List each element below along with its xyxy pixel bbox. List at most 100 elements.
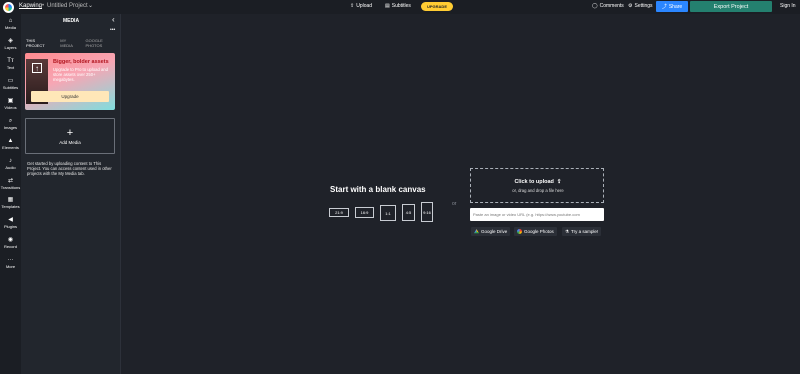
sidebar-item-elements[interactable]: ▲ Elements	[0, 138, 21, 150]
panel-title: MEDIA	[62, 18, 80, 24]
video-icon: ▣	[7, 98, 14, 104]
sidebar-item-media[interactable]: ⌂ Media	[0, 18, 21, 30]
settings-label: Settings	[634, 3, 653, 9]
sidebar-item-label: Templates	[1, 204, 20, 209]
upgrade-promo-card: ↑ Bigger, bolder assets Upgrade to Pro t…	[25, 53, 115, 110]
gear-icon: ⚙	[628, 3, 633, 9]
sidebar-item-videos[interactable]: ▣ Videos	[0, 98, 21, 110]
settings-button[interactable]: ⚙ Settings	[628, 3, 653, 9]
comments-label: Comments	[599, 3, 624, 9]
google-drive-icon	[474, 229, 479, 234]
sidebar-item-images[interactable]: ⌕ Images	[0, 118, 21, 130]
chevron-down-icon[interactable]: ⌄	[88, 2, 93, 9]
google-drive-button[interactable]: Google Drive	[471, 227, 511, 236]
sidebar-item-label: More	[5, 264, 16, 269]
elements-icon: ▲	[7, 138, 14, 144]
transitions-icon: ⇄	[7, 178, 14, 184]
sidebar-item-label: Subtitles	[2, 85, 19, 90]
brand-link[interactable]: Kapwing	[19, 3, 42, 9]
add-media-label: Add Media	[59, 139, 81, 145]
sidebar-item-more[interactable]: ··· More	[0, 257, 21, 269]
media-panel: MEDIA ‹ ••• THIS PROJECT MY MEDIA GOOGLE…	[21, 14, 121, 374]
add-media-button[interactable]: + Add Media	[25, 118, 115, 154]
sidebar-item-label: Text	[6, 65, 15, 70]
sidebar-item-label: Plugins	[3, 224, 18, 229]
tab-my-media[interactable]: MY MEDIA	[60, 38, 79, 48]
search-icon: ⌕	[8, 118, 13, 124]
promo-text: Upgrade to Pro to upload and store asset…	[53, 67, 108, 82]
layers-icon: ◈	[8, 38, 13, 44]
sidebar-item-label: Layers	[4, 45, 17, 50]
google-photos-button[interactable]: Google Photos	[514, 227, 557, 236]
more-options-icon[interactable]: •••	[110, 27, 115, 33]
sidebar-item-subtitles[interactable]: ▭ Subtitles	[0, 78, 21, 90]
export-project-button[interactable]: Export Project	[690, 1, 772, 12]
sign-in-link[interactable]: Sign In	[780, 3, 796, 9]
project-title[interactable]: Untitled Project	[47, 3, 88, 9]
sidebar-item-label: Audio	[5, 165, 16, 170]
record-icon: ◉	[7, 237, 14, 243]
sidebar-item-label: Record	[4, 244, 17, 249]
google-drive-label: Google Drive	[481, 229, 508, 234]
promo-upgrade-button[interactable]: Upgrade	[31, 91, 109, 102]
share-icon: ⤴	[661, 4, 667, 10]
tab-google-photos[interactable]: GOOGLE PHOTOS	[86, 38, 120, 48]
blank-canvas-title: Start with a blank canvas	[330, 185, 426, 194]
upload-label: Upload	[356, 3, 373, 9]
ratio-4-5-button[interactable]: 4:5	[402, 204, 415, 221]
upload-arrow-icon: ↑	[32, 63, 42, 73]
templates-icon: ▦	[7, 197, 14, 203]
plugins-icon: ◀	[8, 217, 13, 223]
tab-this-project[interactable]: THIS PROJECT	[26, 38, 54, 48]
sidebar-item-templates[interactable]: ▦ Templates	[0, 197, 21, 209]
sidebar-item-label: Transitions	[0, 185, 21, 190]
ratio-16-9-button[interactable]: 16:9	[355, 207, 374, 218]
upload-button[interactable]: ⇪ Upload	[350, 3, 372, 9]
google-photos-icon	[517, 229, 522, 234]
ratio-1-1-button[interactable]: 1:1	[380, 205, 396, 221]
upload-icon: ⇪	[555, 179, 562, 185]
sidebar-item-label: Media	[5, 25, 16, 30]
subtitles-label: Subtitles	[391, 3, 411, 9]
more-icon: ···	[7, 257, 14, 263]
home-icon: ⌂	[8, 18, 13, 24]
title-separator: •	[42, 3, 45, 9]
sidebar-item-transitions[interactable]: ⇄ Transitions	[0, 178, 21, 190]
google-photos-label: Google Photos	[524, 229, 554, 234]
music-icon: ♪	[9, 158, 12, 164]
sidebar-item-audio[interactable]: ♪ Audio	[0, 158, 21, 170]
top-bar: Kapwing • Untitled Project ⌄ ⇪ Upload ▤ …	[0, 0, 800, 14]
try-sample-label: Try a sample!	[571, 229, 599, 234]
comment-icon: ◯	[592, 3, 598, 9]
drag-drop-hint: or, drag and drop a file here	[512, 188, 564, 193]
sidebar-item-label: Elements	[2, 145, 19, 150]
sidebar-item-text[interactable]: Tт Text	[0, 58, 21, 70]
media-help-text: Get started by uploading content to This…	[27, 161, 112, 176]
subtitles-icon: ▭	[7, 78, 14, 84]
text-icon: Tт	[7, 58, 14, 64]
subtitles-button[interactable]: ▤ Subtitles	[385, 3, 411, 9]
upload-icon: ⇪	[350, 3, 355, 9]
try-sample-button[interactable]: ⚗ Try a sample!	[562, 227, 602, 236]
promo-title: Bigger, bolder assets	[53, 59, 109, 65]
comments-button[interactable]: ◯ Comments	[592, 3, 624, 9]
ratio-9-16-button[interactable]: 9:16	[421, 202, 433, 222]
sidebar-item-plugins[interactable]: ◀ Plugins	[0, 217, 21, 229]
flask-icon: ⚗	[565, 228, 570, 234]
file-upload-dropzone[interactable]: Click to upload ⇪ or, drag and drop a fi…	[470, 168, 604, 203]
share-label: Share	[668, 3, 683, 10]
sidebar-item-record[interactable]: ◉ Record	[0, 237, 21, 249]
left-sidebar: ⌂ Media ◈ Layers Tт Text ▭ Subtitles ▣ V…	[0, 14, 21, 374]
media-url-input[interactable]	[470, 208, 604, 221]
collapse-panel-icon[interactable]: ‹	[112, 15, 115, 24]
upload-title: Click to upload ⇪	[471, 179, 605, 185]
upgrade-button[interactable]: UPGRADE	[421, 2, 453, 11]
media-tabs: THIS PROJECT MY MEDIA GOOGLE PHOTOS	[26, 38, 120, 48]
subtitles-icon: ▤	[385, 3, 390, 9]
ratio-21-9-button[interactable]: 21:9	[329, 208, 349, 217]
plus-icon: +	[66, 126, 74, 139]
share-button[interactable]: ⤴ Share	[656, 1, 688, 12]
sidebar-item-layers[interactable]: ◈ Layers	[0, 38, 21, 50]
sidebar-item-label: Videos	[4, 105, 17, 110]
kapwing-logo-icon[interactable]	[3, 2, 14, 13]
